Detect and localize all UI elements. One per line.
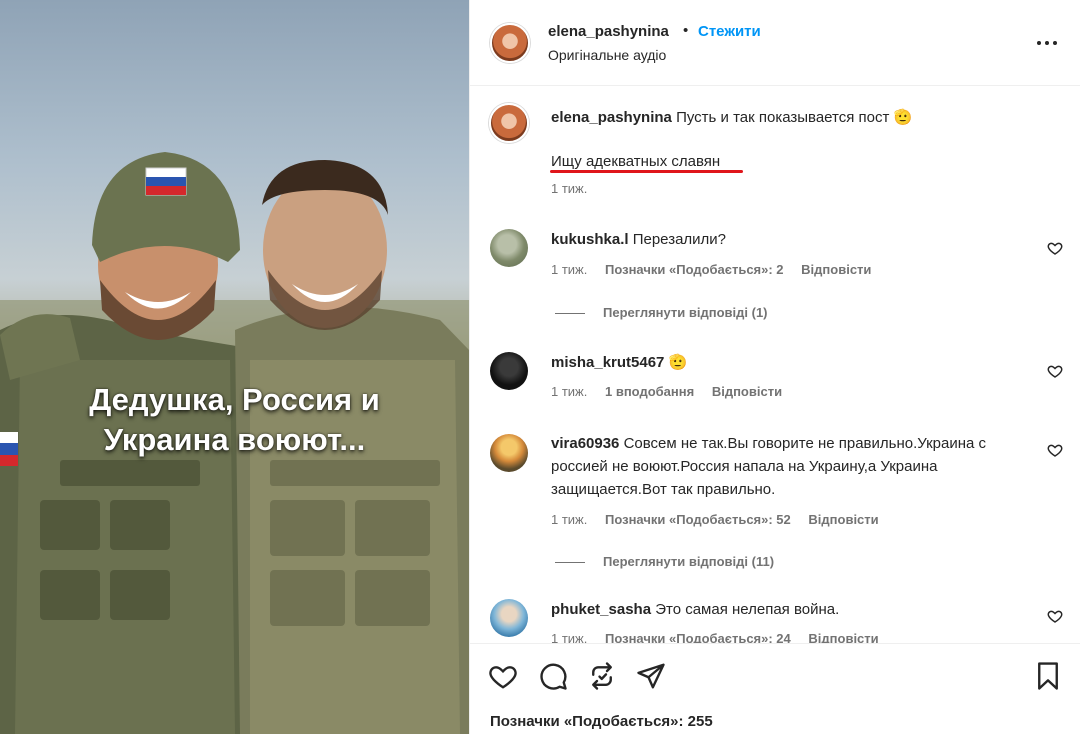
post-media[interactable]: Дедушка, Россия и Украина воюют... <box>0 0 469 734</box>
caption-line-2: Украина воюют... <box>103 422 366 457</box>
red-underline <box>550 170 743 173</box>
comment-text: vira60936 Совсем не так.Вы говорите не п… <box>551 432 1031 501</box>
replies-line <box>555 562 585 564</box>
caption-line-1: Дедушка, Россия и <box>89 382 380 417</box>
post-caption: elena_pashynina Пусть и так показывается… <box>470 87 1080 207</box>
caption-text: elena_pashynina Пусть и так показывается… <box>551 106 1031 129</box>
commenter-avatar[interactable] <box>490 229 528 267</box>
caption-body: Пусть и так показывается пост <box>676 109 890 126</box>
caption-time: 1 тиж. <box>551 181 601 196</box>
comment-item: phuket_sasha Это самая нелепая война. 1 … <box>470 596 1080 643</box>
caption-timestamp: 1 тиж. <box>551 181 588 196</box>
comment-like-heart-icon[interactable] <box>1047 442 1063 458</box>
comment-body: Перезалили? <box>632 231 727 248</box>
comment-item: misha_krut5467 🫡 1 тиж. 1 вподобання Від… <box>470 346 1080 416</box>
heart-icon[interactable] <box>488 661 518 691</box>
comment-icon[interactable] <box>538 661 568 691</box>
action-bar: Позначки «Подобається»: 255 <box>470 643 1080 734</box>
comment-meta: 1 тиж. Позначки «Подобається»: 2 Відпові… <box>551 262 885 277</box>
comment-item: vira60936 Совсем не так.Вы говорите не п… <box>470 430 1080 570</box>
comment-time: 1 тиж. <box>551 512 588 527</box>
comment-likes[interactable]: Позначки «Подобається»: 24 <box>605 631 791 643</box>
post-header: elena_pashynina • Стежити Оригінальне ау… <box>470 0 1080 86</box>
audio-label[interactable]: Оригінальне аудіо <box>548 47 666 63</box>
post-details-panel: elena_pashynina • Стежити Оригінальне ау… <box>469 0 1080 734</box>
comment-like-heart-icon[interactable] <box>1047 240 1063 256</box>
view-replies-button[interactable]: Переглянути відповіді (1) <box>555 305 768 320</box>
comment-meta: 1 тиж. Позначки «Подобається»: 24 Відпов… <box>551 631 893 643</box>
comment-time: 1 тиж. <box>551 384 588 399</box>
comment-meta: 1 тиж. 1 вподобання Відповісти <box>551 384 796 399</box>
comment-likes[interactable]: Позначки «Подобається»: 2 <box>605 262 784 277</box>
bookmark-icon[interactable] <box>1033 661 1063 691</box>
comment-meta: 1 тиж. Позначки «Подобається»: 52 Відпов… <box>551 512 893 527</box>
reply-button[interactable]: Відповісти <box>712 384 782 399</box>
reply-button[interactable]: Відповісти <box>801 262 871 277</box>
share-icon[interactable] <box>636 661 666 691</box>
comment-time: 1 тиж. <box>551 262 588 277</box>
view-replies-button[interactable]: Переглянути відповіді (11) <box>555 554 774 569</box>
comment-username[interactable]: phuket_sasha <box>551 601 651 618</box>
more-icon[interactable] <box>1034 34 1060 52</box>
comment-username[interactable]: vira60936 <box>551 435 619 452</box>
author-username[interactable]: elena_pashynina <box>548 23 669 40</box>
video-caption: Дедушка, Россия и Украина воюют... <box>0 380 469 460</box>
comment-text: phuket_sasha Это самая нелепая война. <box>551 598 1031 621</box>
soldiers-photo <box>0 152 469 734</box>
separator-dot: • <box>683 22 689 39</box>
comment-body: Это самая нелепая война. <box>655 601 840 618</box>
comment-username[interactable]: misha_krut5467 <box>551 354 664 371</box>
reply-button[interactable]: Відповісти <box>808 512 878 527</box>
comments-list[interactable]: elena_pashynina Пусть и так показывается… <box>470 87 1080 643</box>
commenter-avatar[interactable] <box>490 434 528 472</box>
comment-likes[interactable]: Позначки «Подобається»: 52 <box>605 512 791 527</box>
follow-button[interactable]: Стежити <box>698 23 761 40</box>
view-replies-label: Переглянути відповіді (11) <box>603 554 775 569</box>
comment-likes[interactable]: 1 вподобання <box>605 384 694 399</box>
comment-item: kukushka.l Перезалили? 1 тиж. Позначки «… <box>470 223 1080 333</box>
salute-emoji-icon: 🫡 <box>668 354 688 371</box>
reply-button[interactable]: Відповісти <box>808 631 878 643</box>
comment-username[interactable]: kukushka.l <box>551 231 629 248</box>
likes-count[interactable]: Позначки «Подобається»: 255 <box>490 713 713 730</box>
commenter-avatar[interactable] <box>490 352 528 390</box>
comment-text: misha_krut5467 🫡 <box>551 351 1031 374</box>
repost-icon[interactable] <box>587 661 617 691</box>
view-replies-label: Переглянути відповіді (1) <box>603 305 768 320</box>
comment-time: 1 тиж. <box>551 631 588 643</box>
comment-like-heart-icon[interactable] <box>1047 608 1063 624</box>
comment-like-heart-icon[interactable] <box>1047 363 1063 379</box>
author-avatar[interactable] <box>490 23 530 63</box>
comment-text: kukushka.l Перезалили? <box>551 228 1031 251</box>
salute-emoji-icon: 🫡 <box>893 109 913 126</box>
commenter-avatar[interactable] <box>490 599 528 637</box>
caption-username[interactable]: elena_pashynina <box>551 109 672 126</box>
caption-author-avatar[interactable] <box>489 103 529 143</box>
replies-line <box>555 313 585 315</box>
